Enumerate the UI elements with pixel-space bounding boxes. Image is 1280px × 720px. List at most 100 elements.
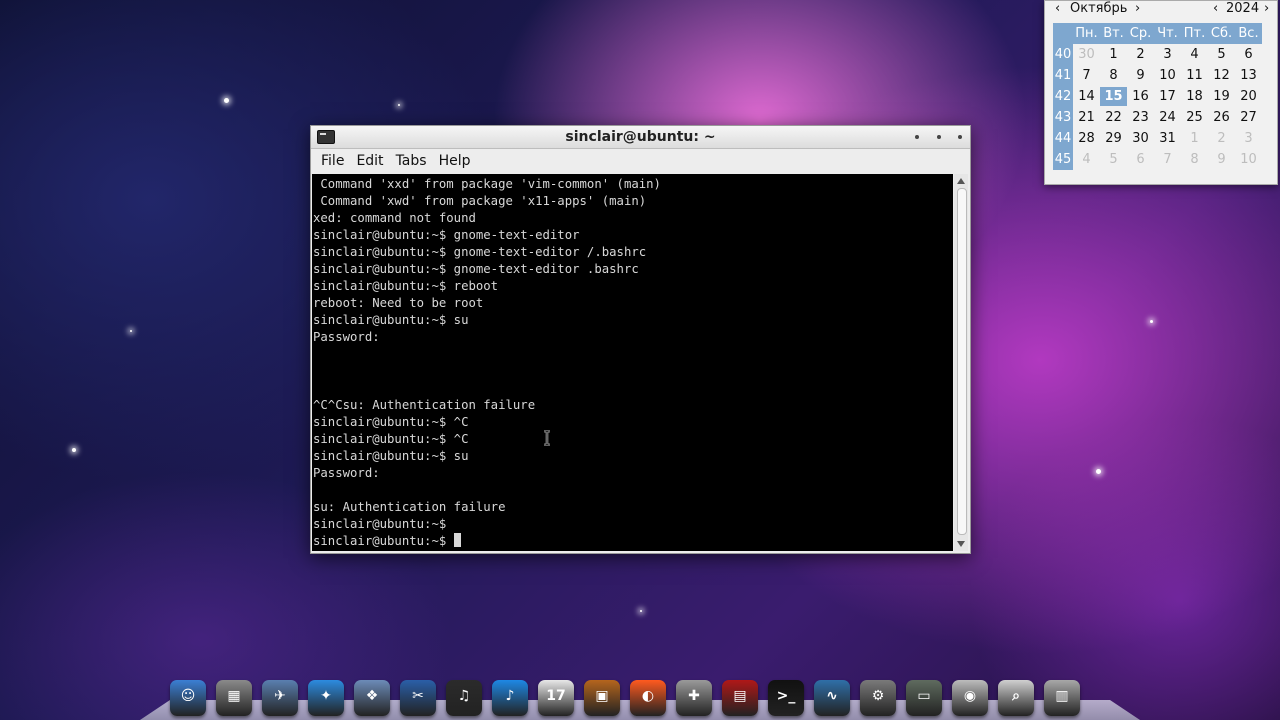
calendar-icon[interactable]: 17 [538, 680, 574, 716]
drive-icon[interactable]: ▭ [906, 680, 942, 716]
calendar-day[interactable]: 16 [1127, 89, 1154, 104]
media-player-icon[interactable]: ◐ [630, 680, 666, 716]
year-label[interactable]: 2024 [1226, 1, 1259, 16]
terminal-titlebar[interactable]: sinclair@ubuntu: ~ [311, 126, 970, 149]
calendar-day[interactable]: 3 [1235, 131, 1262, 146]
star [1150, 320, 1153, 323]
system-preferences-icon[interactable]: ⚙ [860, 680, 896, 716]
calendar-day[interactable]: 10 [1154, 68, 1181, 83]
search-icon[interactable]: ⌕ [998, 680, 1034, 716]
month-label[interactable]: Октябрь [1070, 1, 1127, 16]
calendar-day[interactable]: 6 [1127, 152, 1154, 167]
week-number: 45 [1053, 149, 1073, 170]
menu-file[interactable]: File [315, 153, 350, 169]
disk-utility-icon[interactable]: ◉ [952, 680, 988, 716]
terminal-output[interactable]: Command 'xxd' from package 'vim-common' … [312, 174, 953, 551]
calendar-day[interactable]: 29 [1100, 131, 1127, 146]
calendar-week-row: 40 30 1 2 3 4 5 6 [1053, 44, 1273, 65]
calendar-day[interactable]: 20 [1235, 89, 1262, 104]
calendar-day-today[interactable]: 15 [1100, 87, 1127, 106]
calendar-day[interactable]: 7 [1073, 68, 1100, 83]
calendar-day[interactable]: 26 [1208, 110, 1235, 125]
finder-icon[interactable]: ☺ [170, 680, 206, 716]
week-number: 40 [1053, 44, 1073, 65]
calendar-day[interactable]: 22 [1100, 110, 1127, 125]
calendar-day[interactable]: 7 [1154, 152, 1181, 167]
next-year-button[interactable]: › [1264, 1, 1269, 16]
calendar-day[interactable]: 24 [1154, 110, 1181, 125]
scroll-thumb[interactable] [957, 188, 967, 535]
safari-icon[interactable]: ✦ [308, 680, 344, 716]
terminal-line: sinclair@ubuntu:~$ gnome-text-editor /.b… [313, 245, 647, 259]
photo-browser-icon[interactable]: ✈ [262, 680, 298, 716]
calendar-day[interactable]: 27 [1235, 110, 1262, 125]
star [640, 610, 642, 612]
calendar-day[interactable]: 4 [1181, 47, 1208, 62]
photo-booth-icon[interactable]: ▤ [722, 680, 758, 716]
terminal-icon[interactable]: >_ [768, 680, 804, 716]
calendar-day[interactable]: 8 [1181, 152, 1208, 167]
menu-tabs[interactable]: Tabs [390, 153, 433, 169]
calendar-day[interactable]: 30 [1127, 131, 1154, 146]
terminal-menubar: File Edit Tabs Help [311, 149, 970, 173]
calendar-day[interactable]: 11 [1181, 68, 1208, 83]
terminal-window[interactable]: sinclair@ubuntu: ~ File Edit Tabs Help C… [310, 125, 971, 554]
menu-edit[interactable]: Edit [350, 153, 389, 169]
maximize-button[interactable] [937, 135, 941, 139]
calendar-day[interactable]: 23 [1127, 110, 1154, 125]
calendar-day[interactable]: 2 [1208, 131, 1235, 146]
calendar-day[interactable]: 12 [1208, 68, 1235, 83]
calendar-day[interactable]: 30 [1073, 47, 1100, 62]
week-number: 42 [1053, 86, 1073, 107]
calculator-icon[interactable]: ▦ [216, 680, 252, 716]
terminal-line: sinclair@ubuntu:~$ gnome-text-editor [313, 228, 580, 242]
calendar-day[interactable]: 28 [1073, 131, 1100, 146]
headphones-icon[interactable]: ♫ [446, 680, 482, 716]
calendar-day[interactable]: 3 [1154, 47, 1181, 62]
terminal-line: Password: [313, 466, 380, 480]
close-button[interactable] [958, 135, 962, 139]
dock-glyph: ▭ [917, 688, 931, 704]
prev-month-button[interactable]: ‹ [1055, 1, 1060, 16]
ibeam-cursor-icon [544, 430, 550, 446]
calendar-day[interactable]: 8 [1100, 68, 1127, 83]
calendar-day[interactable]: 19 [1208, 89, 1235, 104]
terminal-scrollbar[interactable] [954, 174, 968, 551]
calendar-day[interactable]: 1 [1100, 47, 1127, 62]
calendar-day[interactable]: 5 [1100, 152, 1127, 167]
calendar-day[interactable]: 10 [1235, 152, 1262, 167]
week-number: 44 [1053, 128, 1073, 149]
calendar-day[interactable]: 2 [1127, 47, 1154, 62]
calendar-day[interactable]: 13 [1235, 68, 1262, 83]
minimize-button[interactable] [915, 135, 919, 139]
scroll-down-arrow[interactable] [957, 541, 965, 547]
calendar-day[interactable]: 9 [1127, 68, 1154, 83]
menu-help[interactable]: Help [433, 153, 477, 169]
scroll-up-arrow[interactable] [957, 178, 965, 184]
calendar-day[interactable]: 14 [1073, 89, 1100, 104]
itunes-icon[interactable]: ♪ [492, 680, 528, 716]
terminal-line: sinclair@ubuntu:~$ ^C [313, 415, 469, 429]
trash-icon[interactable]: ▥ [1044, 680, 1080, 716]
next-month-button[interactable]: › [1135, 1, 1140, 16]
calendar-day[interactable]: 4 [1073, 152, 1100, 167]
calendar-day[interactable]: 18 [1181, 89, 1208, 104]
calendar-day[interactable]: 5 [1208, 47, 1235, 62]
calendar-day[interactable]: 25 [1181, 110, 1208, 125]
prev-year-button[interactable]: ‹ [1213, 1, 1218, 16]
calendar-day[interactable]: 9 [1208, 152, 1235, 167]
star [224, 98, 229, 103]
dock-glyph: ∿ [826, 688, 838, 704]
activity-monitor-icon[interactable]: ∿ [814, 680, 850, 716]
image-viewer-icon[interactable]: ❖ [354, 680, 390, 716]
photos-icon[interactable]: ▣ [584, 680, 620, 716]
calendar-day[interactable]: 6 [1235, 47, 1262, 62]
calendar-day[interactable]: 31 [1154, 131, 1181, 146]
joystick-icon[interactable]: ✚ [676, 680, 712, 716]
calendar-day[interactable]: 17 [1154, 89, 1181, 104]
dock-glyph: ☺ [180, 688, 196, 704]
calendar-day[interactable]: 21 [1073, 110, 1100, 125]
video-editor-icon[interactable]: ✂ [400, 680, 436, 716]
calendar-day[interactable]: 1 [1181, 131, 1208, 146]
dock-glyph: ◐ [641, 688, 655, 704]
